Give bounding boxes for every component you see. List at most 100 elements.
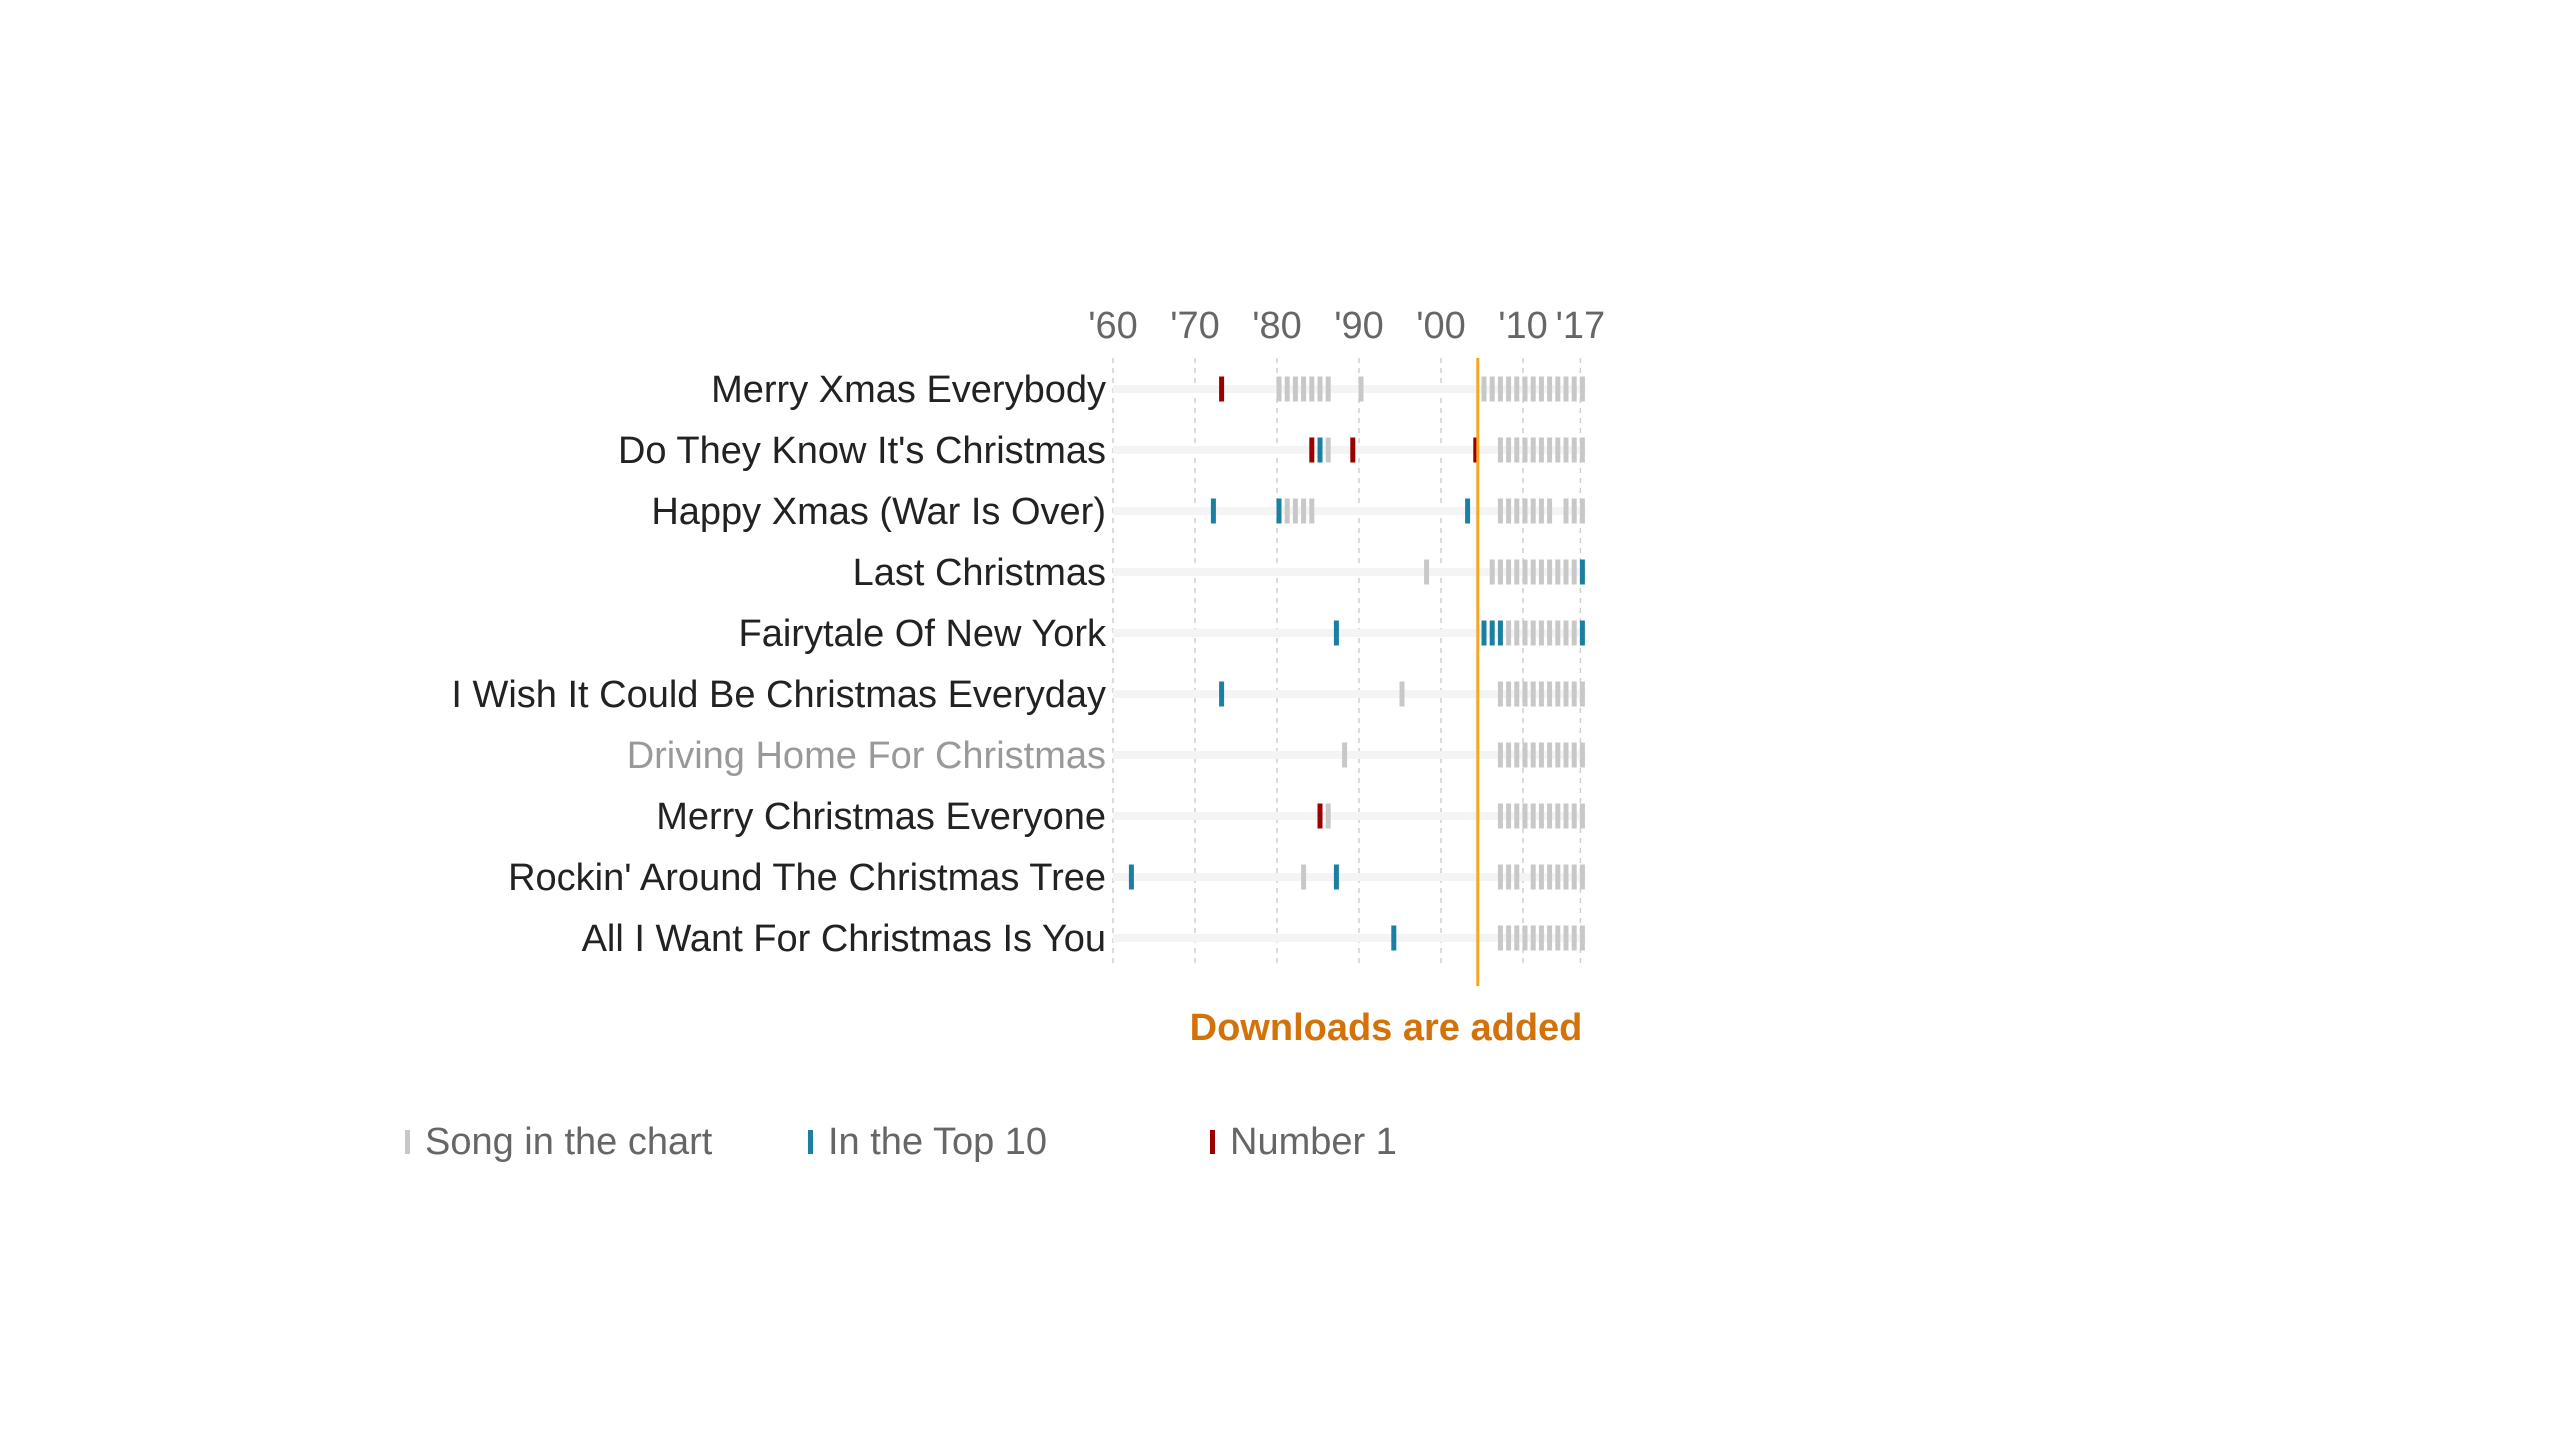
year-mark-chart	[1538, 437, 1544, 463]
year-mark-chart	[1555, 437, 1561, 463]
year-mark-chart	[1547, 437, 1553, 463]
year-mark-chart	[1424, 559, 1430, 585]
year-mark-chart	[1571, 620, 1577, 646]
year-mark-chart	[1563, 803, 1569, 829]
year-mark-chart	[1522, 559, 1528, 585]
year-mark-chart	[1530, 498, 1536, 524]
legend: Song in the chart In the Top 10 Number 1	[405, 1112, 1505, 1172]
year-mark-chart	[1530, 681, 1536, 707]
year-mark-chart	[1497, 864, 1503, 890]
year-mark-number1	[1309, 437, 1315, 463]
year-mark-chart	[1555, 559, 1561, 585]
year-mark-chart	[1522, 803, 1528, 829]
year-mark-chart	[1563, 498, 1569, 524]
year-mark-chart	[1538, 803, 1544, 829]
year-mark-chart	[1497, 742, 1503, 768]
year-mark-chart	[1555, 376, 1561, 402]
year-mark-chart	[1514, 925, 1520, 951]
year-mark-top10	[1317, 437, 1323, 463]
song-label: Driving Home For Christmas	[627, 735, 1106, 777]
song-label: Merry Xmas Everybody	[711, 369, 1106, 411]
year-mark-chart	[1284, 376, 1290, 402]
year-mark-number1	[1350, 437, 1356, 463]
year-mark-chart	[1292, 376, 1298, 402]
year-mark-chart	[1579, 681, 1585, 707]
year-mark-chart	[1514, 620, 1520, 646]
year-mark-chart	[1284, 498, 1290, 524]
year-mark-chart	[1489, 376, 1495, 402]
year-mark-chart	[1522, 437, 1528, 463]
year-mark-chart	[1489, 559, 1495, 585]
year-mark-chart	[1555, 620, 1561, 646]
year-mark-chart	[1547, 559, 1553, 585]
tick-label-1990: '90	[1334, 305, 1384, 347]
year-mark-chart	[1547, 498, 1553, 524]
song-row: Merry Christmas Everyone	[656, 796, 1586, 838]
year-mark-top10	[1497, 620, 1503, 646]
year-mark-chart	[1514, 742, 1520, 768]
year-mark-top10	[1219, 681, 1225, 707]
year-mark-chart	[1547, 376, 1553, 402]
christmas-songs-chart: '60 '70 '80 '90 '00 '10'17 Merry Xmas Everybo…	[451, 305, 1605, 1049]
year-mark-chart	[1571, 559, 1577, 585]
year-mark-chart	[1497, 437, 1503, 463]
year-mark-chart	[1514, 681, 1520, 707]
year-mark-chart	[1497, 559, 1503, 585]
year-mark-chart	[1301, 864, 1307, 890]
year-mark-chart	[1571, 803, 1577, 829]
year-mark-chart	[1538, 864, 1544, 890]
year-mark-chart	[1538, 925, 1544, 951]
year-mark-chart	[1563, 437, 1569, 463]
year-mark-chart	[1563, 620, 1569, 646]
year-mark-number1	[1317, 803, 1323, 829]
tick-label-2010: '10	[1498, 305, 1548, 347]
year-mark-top10	[1391, 925, 1397, 951]
year-mark-chart	[1506, 498, 1512, 524]
tick-label-1970: '70	[1170, 305, 1220, 347]
song-label: Fairytale Of New York	[739, 613, 1107, 655]
x-axis-ticks: '60 '70 '80 '90 '00 '10'17	[1088, 305, 1605, 347]
year-mark-chart	[1325, 376, 1331, 402]
year-mark-chart	[1538, 559, 1544, 585]
year-mark-chart	[1514, 803, 1520, 829]
song-row: Last Christmas	[853, 552, 1586, 594]
year-mark-chart	[1530, 925, 1536, 951]
year-mark-chart	[1497, 925, 1503, 951]
song-rows: Merry Xmas Everybody Do They Know It's Ch…	[451, 369, 1586, 960]
year-mark-chart	[1538, 620, 1544, 646]
year-mark-chart	[1571, 681, 1577, 707]
song-label: I Wish It Could Be Christmas Everyday	[451, 674, 1106, 716]
year-mark-chart	[1514, 376, 1520, 402]
year-mark-chart	[1481, 376, 1487, 402]
year-mark-chart	[1506, 803, 1512, 829]
year-mark-chart	[1506, 376, 1512, 402]
year-mark-chart	[1317, 376, 1323, 402]
downloads-label: Downloads are added	[1190, 1007, 1583, 1049]
year-mark-top10	[1489, 620, 1495, 646]
year-mark-chart	[1563, 681, 1569, 707]
year-mark-chart	[1522, 498, 1528, 524]
year-mark-chart	[1555, 742, 1561, 768]
song-label: Merry Christmas Everyone	[656, 796, 1106, 838]
year-mark-chart	[1579, 376, 1585, 402]
year-mark-chart	[1399, 681, 1405, 707]
year-mark-chart	[1579, 803, 1585, 829]
song-label: All I Want For Christmas Is You	[582, 918, 1106, 960]
year-mark-chart	[1497, 803, 1503, 829]
song-label: Rockin' Around The Christmas Tree	[508, 857, 1106, 899]
year-mark-chart	[1579, 864, 1585, 890]
song-label: Happy Xmas (War Is Over)	[651, 491, 1106, 533]
year-mark-chart	[1530, 559, 1536, 585]
year-mark-chart	[1292, 498, 1298, 524]
year-mark-chart	[1358, 376, 1364, 402]
legend-label-number1: Number 1	[1230, 1120, 1397, 1163]
year-mark-chart	[1547, 742, 1553, 768]
tick-label-1960: '60	[1088, 305, 1138, 347]
year-mark-chart	[1571, 864, 1577, 890]
year-mark-chart	[1522, 742, 1528, 768]
year-mark-chart	[1547, 864, 1553, 890]
song-row: All I Want For Christmas Is You	[582, 918, 1586, 960]
year-mark-chart	[1563, 559, 1569, 585]
year-mark-chart	[1530, 864, 1536, 890]
song-row: I Wish It Could Be Christmas Everyday	[451, 674, 1586, 716]
